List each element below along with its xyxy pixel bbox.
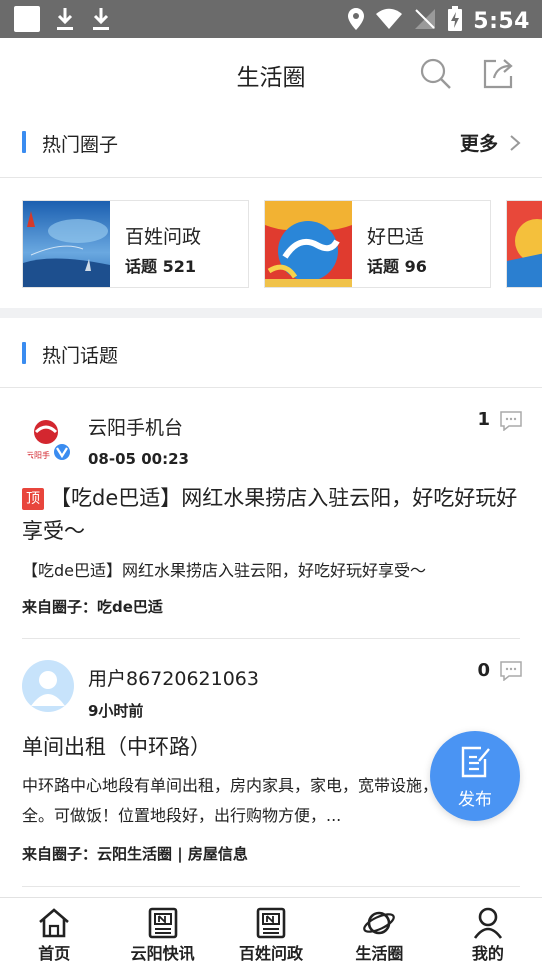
download-icon <box>54 6 76 32</box>
page-title: 生活圈 <box>236 65 306 91</box>
planet-icon <box>362 906 396 940</box>
circle-name: 好巴适 <box>367 226 425 248</box>
hot-topics-header: 热门话题 <box>0 327 542 379</box>
hot-circles-title: 热门圈子 <box>42 134 119 156</box>
post-excerpt: 中环路中心地段有单间出租，房内家具，家电，宽带设施，设备齐全。可做饭！位置地段好… <box>22 776 487 825</box>
svg-text:云阳手: 云阳手 <box>26 450 50 460</box>
bottom-nav: 首页 云阳快讯 百姓问政 生活圈 我的 <box>0 897 542 965</box>
share-icon[interactable] <box>480 56 516 92</box>
download-icon <box>90 6 112 32</box>
nav-item-life-circle[interactable]: 生活圈 <box>325 898 433 965</box>
divider <box>22 886 520 887</box>
post-author[interactable]: 用户86720621063 <box>88 664 259 691</box>
chevron-right-icon[interactable] <box>508 134 522 152</box>
more-link[interactable]: 更多 <box>460 129 498 156</box>
hot-circles-list: 百姓问政 话题 521 好巴适 话题 96 <box>22 200 542 288</box>
nav-item-me[interactable]: 我的 <box>434 898 542 965</box>
home-icon <box>37 906 71 940</box>
divider <box>0 177 542 178</box>
hot-circles-header: 热门圈子 更多 <box>0 116 542 168</box>
publish-label: 发布 <box>458 790 492 810</box>
post-source-circle[interactable]: 来自圈子：吃de巴适 <box>22 596 163 617</box>
nav-item-yunyang-news[interactable]: 云阳快讯 <box>108 898 216 965</box>
nav-label: 百姓问政 <box>239 944 304 963</box>
post-excerpt: 【吃de巴适】网红水果捞店入驻云阳，好吃好玩好享受～ <box>22 561 427 580</box>
nav-item-public-affairs[interactable]: 百姓问政 <box>217 898 325 965</box>
post-source-circle[interactable]: 来自圈子：云阳生活圈 | 房屋信息 <box>22 843 248 864</box>
nav-label: 我的 <box>471 944 504 963</box>
section-gap <box>0 308 542 318</box>
section-accent-bar <box>22 342 26 364</box>
wifi-icon <box>375 8 403 34</box>
comment-count: 1 <box>477 409 490 430</box>
nav-label: 云阳快讯 <box>130 944 195 963</box>
nav-item-home[interactable]: 首页 <box>0 898 108 965</box>
circle-card[interactable]: 好巴适 话题 96 <box>264 200 491 288</box>
circle-thumbnail <box>265 201 352 287</box>
circle-card[interactable] <box>506 200 542 288</box>
no-signal-icon <box>413 7 437 35</box>
avatar[interactable] <box>22 660 74 712</box>
circle-thumbnail <box>23 201 110 287</box>
verified-icon <box>52 442 72 462</box>
pinned-badge: 顶 <box>22 488 44 510</box>
circle-thumbnail <box>507 201 542 287</box>
comment-icon[interactable] <box>500 661 522 682</box>
location-icon <box>347 7 365 35</box>
post-author[interactable]: 云阳手机台 <box>88 413 183 440</box>
comment-icon[interactable] <box>500 411 522 432</box>
circle-name: 百姓问政 <box>125 226 202 248</box>
status-time: 5:54 <box>473 8 530 34</box>
battery-icon <box>447 6 463 36</box>
user-icon <box>471 906 505 940</box>
publish-button[interactable]: 发布 <box>430 731 520 821</box>
edit-icon <box>459 745 491 779</box>
search-icon[interactable] <box>418 56 454 92</box>
news-icon <box>254 906 288 940</box>
circle-topic-count: 话题 521 <box>125 257 196 276</box>
nav-label: 生活圈 <box>355 944 404 963</box>
status-bar: 5:54 <box>0 0 542 38</box>
nav-label: 首页 <box>38 944 71 963</box>
section-accent-bar <box>22 131 26 153</box>
comment-count: 0 <box>477 660 490 681</box>
circle-card[interactable]: 百姓问政 话题 521 <box>22 200 249 288</box>
post-title-text: 【吃de巴适】网红水果捞店入驻云阳，好吃好玩好享受～ <box>22 486 518 543</box>
topic-post[interactable]: 云阳手 云阳手机台 08-05 00:23 1 顶【吃de巴适】网红水果捞店入驻… <box>0 388 542 638</box>
circle-topic-count: 话题 96 <box>367 257 427 276</box>
notification-square-icon <box>14 6 40 32</box>
post-time: 08-05 00:23 <box>88 450 189 468</box>
news-icon <box>146 906 180 940</box>
hot-topics-title: 热门话题 <box>42 345 119 367</box>
app-header: 生活圈 <box>0 38 542 108</box>
post-time: 9小时前 <box>88 702 144 720</box>
post-title[interactable]: 顶【吃de巴适】网红水果捞店入驻云阳，好吃好玩好享受～ <box>22 482 522 548</box>
